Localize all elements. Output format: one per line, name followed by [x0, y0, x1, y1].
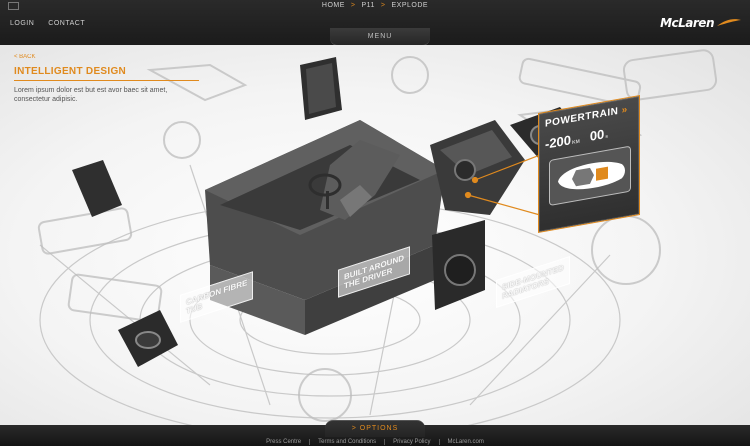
footer-links: Press Centre Terms and Conditions Privac… — [0, 438, 750, 446]
breadcrumb-p11[interactable]: P11 — [361, 2, 374, 9]
menu-label: MENU — [367, 33, 393, 40]
chevron-right-icon: > — [350, 1, 356, 9]
menu-button[interactable]: MENU — [330, 28, 430, 46]
footer-press-centre[interactable]: Press Centre — [266, 439, 301, 445]
breadcrumb-explode: EXPLODE — [391, 1, 429, 9]
chevron-right-icon: > — [380, 1, 386, 9]
floor-panel — [72, 160, 122, 217]
footer-divider — [309, 439, 311, 445]
time-stat: 00s — [590, 126, 608, 144]
top-links: LOGIN CONTACT — [10, 20, 85, 27]
footer-divider — [438, 439, 440, 445]
car-topview-image — [549, 145, 631, 207]
back-link[interactable]: < BACK — [14, 54, 36, 60]
radiator-panel — [432, 220, 485, 310]
footer-privacy[interactable]: Privacy Policy — [393, 439, 430, 445]
brand-logo-text: McLaren — [660, 16, 714, 30]
footer-mclaren-com[interactable]: McLaren.com — [448, 439, 484, 445]
options-label: > OPTIONS — [351, 425, 399, 432]
contact-link[interactable]: CONTACT — [48, 20, 85, 27]
options-button[interactable]: > OPTIONS — [325, 420, 425, 437]
top-bar: HOME > P11 > EXPLODE LOGIN CONTACT McLar… — [0, 0, 750, 46]
brand-logo[interactable]: McLaren — [660, 16, 742, 30]
breadcrumb-home[interactable]: HOME — [322, 2, 345, 9]
footer-terms[interactable]: Terms and Conditions — [318, 439, 376, 445]
time-value: 00 — [589, 126, 605, 144]
breadcrumb: HOME > P11 > EXPLODE — [0, 0, 750, 10]
speed-value: -200 — [545, 132, 572, 152]
footer-divider — [384, 439, 386, 445]
powertrain-card[interactable]: POWERTRAIN » -200KM 00s — [538, 95, 640, 233]
panel-title: INTELLIGENT DESIGN — [14, 66, 127, 77]
battery-unit — [300, 57, 342, 120]
panel-body: Lorem ipsum dolor est but est avor baec … — [14, 87, 168, 103]
car-icon — [558, 161, 625, 190]
swoosh-icon — [717, 19, 741, 26]
double-chevron-icon: » — [621, 104, 628, 117]
speed-unit: KM — [572, 138, 580, 146]
speed-stat: -200KM — [545, 131, 580, 152]
time-unit: s — [605, 133, 609, 141]
panel-divider — [14, 80, 199, 81]
login-link[interactable]: LOGIN — [10, 20, 34, 27]
powertrain-stats: -200KM 00s — [545, 126, 608, 152]
